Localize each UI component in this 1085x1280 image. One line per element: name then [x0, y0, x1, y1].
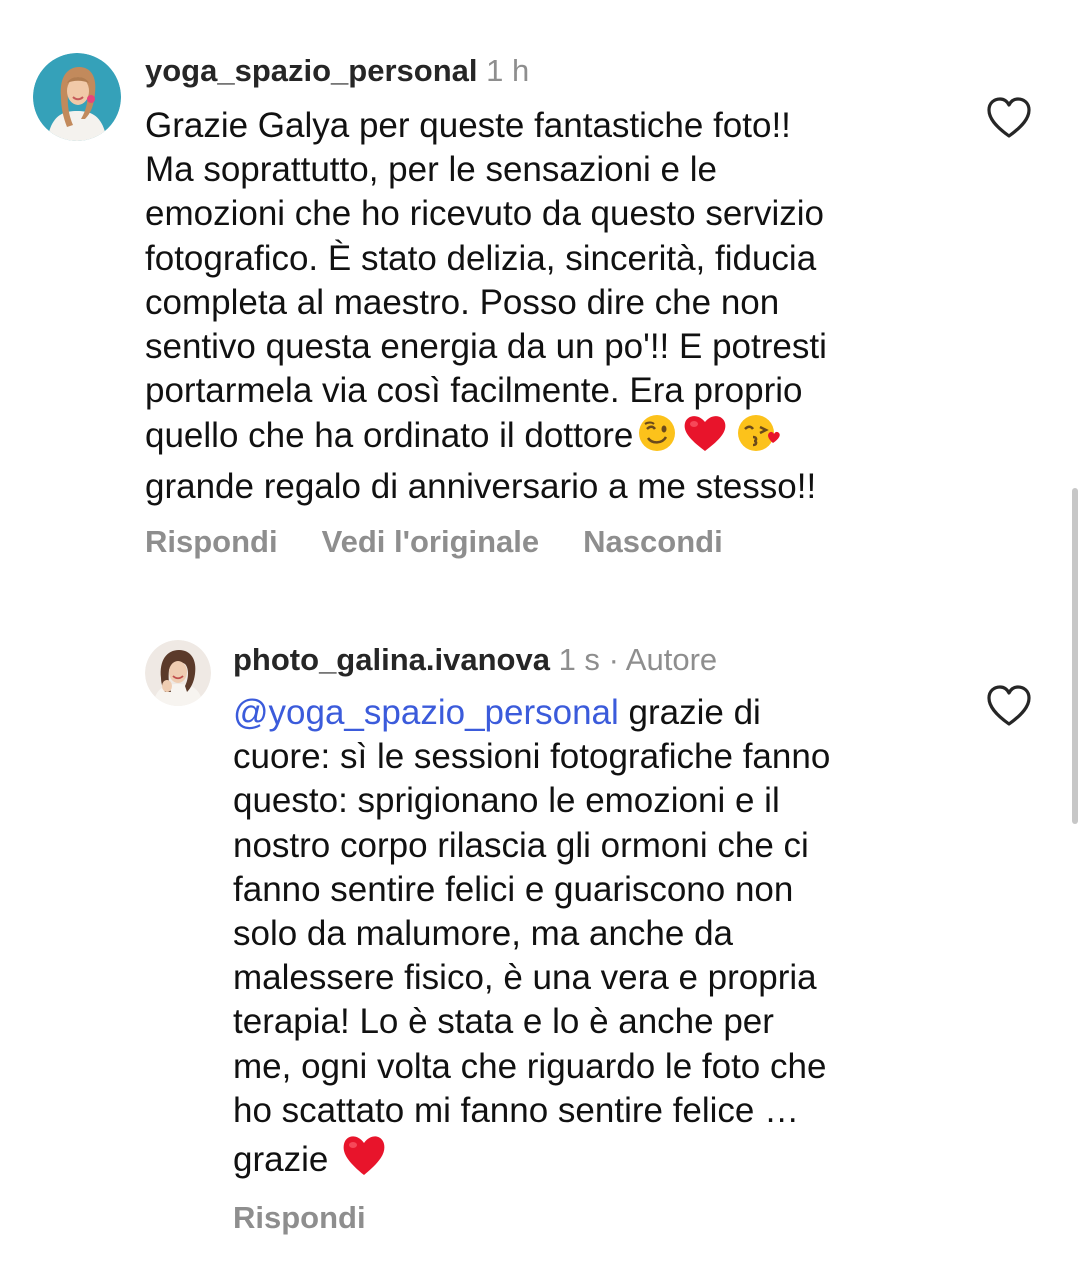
avatar[interactable] — [33, 53, 121, 141]
comment-actions: Rispondi — [233, 1200, 410, 1236]
comment-header: photo_galina.ivanova 1 s · Autore — [233, 642, 717, 678]
scrollbar[interactable] — [1072, 488, 1078, 824]
comment-text-main: Grazie Galya per queste fantastiche foto… — [145, 106, 827, 456]
comment-text: @yoga_spazio_personal grazie di cuore: s… — [233, 691, 973, 1188]
comment-2-reply: photo_galina.ivanova 1 s · Autore @yoga_… — [0, 600, 1085, 1280]
red-heart-icon — [340, 1133, 388, 1188]
username[interactable]: yoga_spazio_personal — [145, 53, 478, 88]
comment-actions: Rispondi Vedi l'originale Nascondi — [145, 524, 767, 560]
like-heart-icon[interactable] — [985, 96, 1033, 140]
winking-face-icon — [635, 413, 679, 464]
avatar[interactable] — [145, 640, 211, 706]
reply-button[interactable]: Rispondi — [145, 524, 278, 559]
comment-1: yoga_spazio_personal 1 h Grazie Galya pe… — [0, 0, 1085, 600]
see-original-button[interactable]: Vedi l'originale — [322, 524, 540, 559]
timestamp: 1 h — [486, 53, 530, 88]
red-heart-icon — [681, 413, 729, 464]
like-heart-icon[interactable] — [985, 684, 1033, 728]
face-blowing-kiss-icon — [735, 413, 781, 464]
comment-text-main: grazie di cuore: sì le sessioni fotograf… — [233, 693, 831, 1180]
comment-text-end: grande regalo di anniversario a me stess… — [145, 466, 817, 506]
comment-header: yoga_spazio_personal 1 h — [145, 53, 529, 89]
hide-button[interactable]: Nascondi — [583, 524, 723, 559]
author-badge: Autore — [625, 642, 718, 677]
separator-dot: · — [608, 642, 619, 677]
comment-text: Grazie Galya per queste fantastiche foto… — [145, 104, 965, 509]
username[interactable]: photo_galina.ivanova — [233, 642, 550, 677]
reply-button[interactable]: Rispondi — [233, 1200, 366, 1235]
mention-link[interactable]: @yoga_spazio_personal — [233, 693, 619, 732]
timestamp: 1 s — [558, 642, 600, 677]
